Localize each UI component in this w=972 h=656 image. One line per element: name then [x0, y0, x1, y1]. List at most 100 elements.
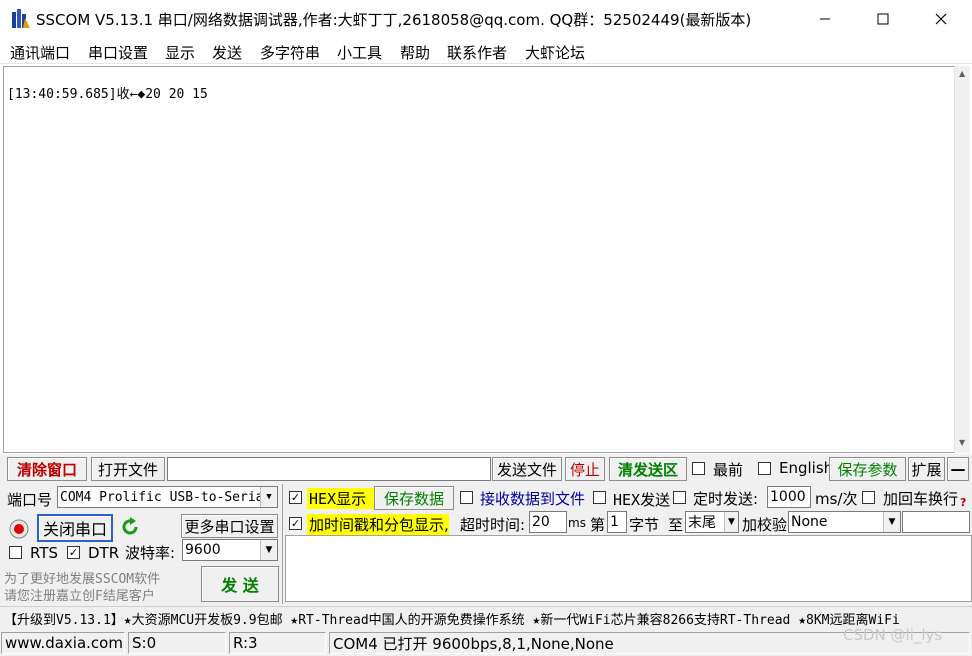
scroll-up-icon[interactable]: ▲: [959, 69, 965, 78]
port-select-value: COM4 Prolific USB-to-Seria: [60, 489, 264, 505]
timed-send-label: 定时发送:: [693, 490, 759, 508]
collapse-button[interactable]: —: [947, 457, 969, 481]
interval-unit-label: ms/次: [815, 490, 858, 508]
recv-to-file-label: 接收数据到文件: [480, 490, 586, 508]
hex-send-checkbox[interactable]: [593, 491, 606, 504]
open-file-label: 打开文件: [97, 460, 158, 479]
save-data-button[interactable]: 保存数据: [374, 486, 454, 510]
menu-display[interactable]: 显示: [165, 42, 195, 63]
minimize-button[interactable]: [796, 0, 854, 38]
menu-help[interactable]: 帮助: [400, 42, 430, 63]
to-select-value: 末尾: [688, 515, 716, 531]
checksum-result-field[interactable]: [902, 511, 970, 533]
english-checkbox[interactable]: [758, 462, 771, 475]
byte-index-input[interactable]: 1: [607, 511, 627, 533]
maximize-icon: [877, 13, 889, 25]
maximize-button[interactable]: [854, 0, 912, 38]
more-port-settings-button[interactable]: 更多串口设置: [181, 514, 278, 538]
close-port-label: 关闭串口: [42, 520, 107, 539]
receive-scrollbar[interactable]: ▲ ▼: [954, 66, 970, 453]
rts-label: RTS: [30, 544, 59, 562]
chevron-down-icon[interactable]: ▼: [883, 512, 900, 532]
timestamp-split-label: 加时间戳和分包显示,: [307, 514, 449, 535]
save-params-button[interactable]: 保存参数: [829, 457, 906, 481]
menu-tools[interactable]: 小工具: [337, 42, 382, 63]
menu-bar: 通讯端口 串口设置 显示 发送 多字符串 小工具 帮助 联系作者 大虾论坛: [0, 38, 972, 64]
add-crlf-label: 加回车换行: [883, 490, 959, 508]
menu-multi-string[interactable]: 多字符串: [260, 42, 320, 63]
status-sent-count: S:0: [128, 632, 226, 654]
checksum-label: 加校验: [742, 516, 788, 534]
expand-button[interactable]: 扩展: [908, 457, 945, 481]
timed-send-checkbox[interactable]: [673, 491, 686, 504]
refresh-icon[interactable]: [119, 516, 141, 538]
menu-send[interactable]: 发送: [212, 42, 242, 63]
port-select[interactable]: COM4 Prolific USB-to-Seria ▼: [57, 486, 278, 508]
baud-select[interactable]: 9600 ▼: [182, 539, 278, 561]
menu-comm-port[interactable]: 通讯端口: [10, 42, 70, 63]
hex-display-checkbox[interactable]: ✓: [289, 491, 302, 504]
status-received-count: R:3: [229, 632, 326, 654]
clear-send-area-button[interactable]: 清发送区: [609, 457, 687, 481]
close-icon: [935, 13, 947, 25]
port-label: 端口号: [7, 491, 53, 509]
close-port-button[interactable]: 关闭串口: [37, 514, 113, 542]
dtr-label: DTR: [88, 544, 120, 562]
stop-label: 停止: [569, 460, 600, 479]
send-button[interactable]: 发 送: [201, 566, 279, 602]
checksum-select-value: None: [791, 514, 828, 530]
collapse-label: —: [950, 460, 966, 478]
scroll-down-icon[interactable]: ▼: [959, 438, 965, 447]
rts-checkbox[interactable]: [9, 546, 22, 559]
menu-forum[interactable]: 大虾论坛: [525, 42, 585, 63]
send-file-button[interactable]: 发送文件: [492, 457, 562, 481]
to-select[interactable]: 末尾 ▼: [685, 511, 739, 533]
sscom-app-icon: [12, 9, 30, 28]
interval-input[interactable]: 1000: [767, 486, 811, 508]
timeout-label: 超时时间:: [460, 516, 526, 534]
hex-display-label: HEX显示: [307, 488, 377, 509]
topmost-label: 最前: [713, 461, 744, 479]
clear-window-label: 清除窗口: [16, 460, 77, 479]
topmost-checkbox[interactable]: [692, 462, 705, 475]
english-label: English: [779, 459, 834, 477]
chevron-down-icon[interactable]: ▼: [260, 540, 277, 560]
file-path-input[interactable]: [167, 457, 491, 481]
receive-area[interactable]: [13:40:59.685]收←◆20 20 15: [3, 66, 954, 453]
menu-contact-author[interactable]: 联系作者: [447, 42, 507, 63]
help-icon[interactable]: ?: [960, 496, 966, 509]
minimize-icon: [820, 18, 830, 20]
close-button[interactable]: [912, 0, 970, 38]
stop-button[interactable]: 停止: [565, 457, 605, 481]
csdn-watermark: CSDN @li_lys: [843, 626, 943, 644]
promo-ticker[interactable]: 【升级到V5.13.1】★大资源MCU开发板9.9包邮 ★RT-Thread中国…: [0, 606, 972, 628]
recv-to-file-checkbox[interactable]: [460, 491, 473, 504]
send-textarea[interactable]: [285, 535, 972, 602]
timestamp-split-checkbox[interactable]: ✓: [289, 517, 302, 530]
timeout-input[interactable]: 20: [529, 511, 567, 533]
receive-line: [13:40:59.685]收←◆20 20 15: [7, 87, 208, 102]
save-params-label: 保存参数: [837, 460, 898, 479]
open-file-button[interactable]: 打开文件: [91, 457, 165, 481]
checksum-select[interactable]: None ▼: [788, 511, 901, 533]
status-bar: www.daxia.com S:0 R:3 COM4 已打开 9600bps,8…: [0, 630, 972, 656]
dtr-checkbox[interactable]: ✓: [67, 546, 80, 559]
byte-prefix-label: 第: [590, 516, 606, 534]
status-website[interactable]: www.daxia.com: [1, 632, 125, 654]
panel-divider: [282, 484, 283, 604]
clear-window-button[interactable]: 清除窗口: [7, 457, 87, 481]
byte-suffix-label: 字节: [629, 516, 660, 534]
chevron-down-icon[interactable]: ▼: [724, 512, 738, 532]
chevron-down-icon[interactable]: ▼: [260, 487, 277, 507]
add-crlf-checkbox[interactable]: [862, 491, 875, 504]
to-label: 至: [668, 516, 684, 534]
menu-serial-settings[interactable]: 串口设置: [88, 42, 148, 63]
save-data-label: 保存数据: [383, 489, 444, 508]
send-button-label: 发 送: [221, 576, 259, 595]
baud-label: 波特率:: [125, 544, 176, 562]
send-file-label: 发送文件: [496, 460, 557, 479]
title-bar: SSCOM V5.13.1 串口/网络数据调试器,作者:大虾丁丁,2618058…: [0, 0, 972, 38]
clear-send-area-label: 清发送区: [617, 460, 678, 479]
expand-label: 扩展: [911, 460, 942, 479]
baud-select-value: 9600: [185, 542, 221, 558]
